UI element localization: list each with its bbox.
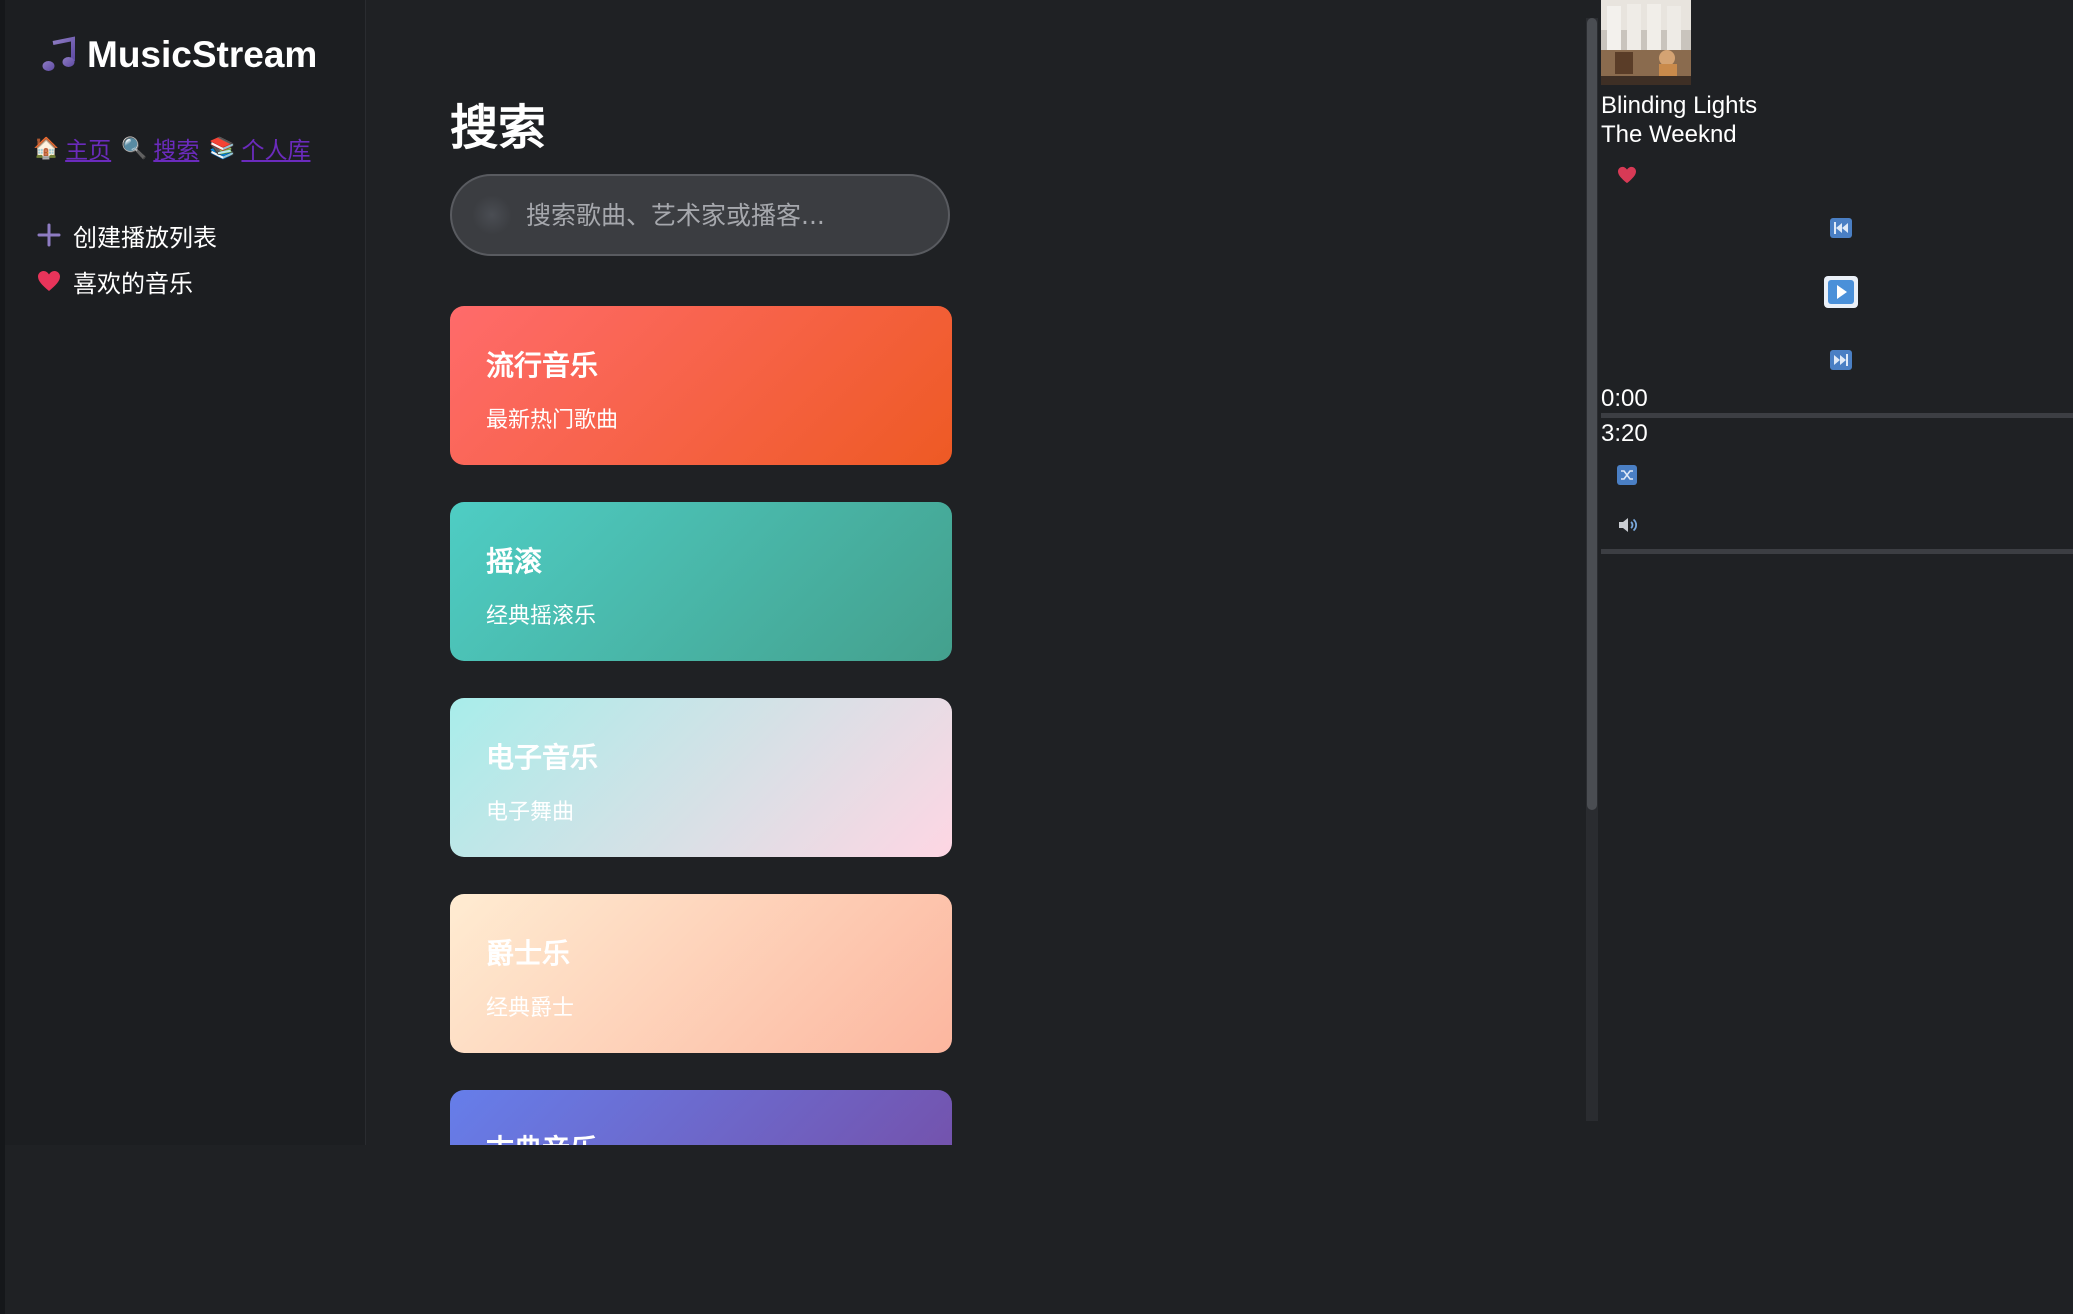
playlist-actions: 创建播放列表 喜欢的音乐: [35, 212, 217, 304]
liked-music-label: 喜欢的音乐: [73, 269, 193, 298]
app-window: MusicStream 🏠 主页 🔍 搜索 📚 个人库 创建播放列表 喜欢的音乐…: [0, 0, 2073, 1314]
scrollbar-thumb[interactable]: [1587, 18, 1597, 810]
nav-label: 主页: [65, 138, 112, 164]
heart-icon[interactable]: [1617, 166, 1637, 188]
track-title[interactable]: Blinding Lights: [1601, 92, 1757, 120]
search-bar: [450, 174, 950, 256]
category-subtitle: 经典摇滚乐: [486, 604, 597, 629]
next-icon[interactable]: [1830, 350, 1852, 374]
previous-icon[interactable]: [1830, 218, 1852, 242]
create-playlist-button[interactable]: 创建播放列表: [35, 212, 217, 258]
category-card-pop[interactable]: 流行音乐 最新热门歌曲: [450, 306, 952, 465]
album-cover: [1601, 0, 1691, 85]
nav-item-search[interactable]: 🔍 搜索: [121, 131, 199, 165]
nav-item-home[interactable]: 🏠 主页: [33, 131, 111, 165]
progress-slider[interactable]: [1601, 413, 2073, 418]
track-artist[interactable]: The Weeknd: [1601, 121, 1737, 149]
sidebar: MusicStream 🏠 主页 🔍 搜索 📚 个人库 创建播放列表 喜欢的音乐: [5, 0, 366, 1145]
category-list: 流行音乐 最新热门歌曲 摇滚 经典摇滚乐 电子音乐 电子舞曲 爵士乐 经典爵士 …: [450, 306, 952, 1145]
category-card-classical[interactable]: 古典音乐: [450, 1090, 952, 1145]
category-title: 电子音乐: [486, 741, 599, 774]
logo[interactable]: MusicStream: [39, 34, 317, 76]
category-card-jazz[interactable]: 爵士乐 经典爵士: [450, 894, 952, 1053]
search-icon: 🔍: [121, 135, 148, 160]
now-playing-panel: Blinding Lights The Weeknd 0:00 3:20: [1601, 0, 2073, 600]
app-name: MusicStream: [87, 34, 318, 75]
page-title: 搜索: [450, 100, 547, 156]
total-time: 3:20: [1601, 420, 1648, 447]
search-input[interactable]: [524, 199, 928, 231]
plus-icon: [35, 223, 63, 247]
category-title: 古典音乐: [486, 1128, 916, 1145]
house-icon: 🏠: [33, 135, 60, 160]
volume-slider[interactable]: [1601, 549, 2073, 554]
main-nav: 🏠 主页 🔍 搜索 📚 个人库: [33, 131, 320, 165]
category-title: 流行音乐: [486, 349, 599, 382]
search-icon: [472, 195, 512, 235]
shuffle-icon[interactable]: [1617, 465, 1637, 489]
volume-icon[interactable]: [1617, 515, 1639, 539]
play-icon[interactable]: [1824, 276, 1858, 312]
category-title: 爵士乐: [486, 937, 571, 970]
nav-label: 搜索: [153, 138, 200, 164]
category-subtitle: 最新热门歌曲: [486, 408, 619, 433]
liked-music-button[interactable]: 喜欢的音乐: [35, 258, 217, 304]
category-subtitle: 经典爵士: [486, 996, 575, 1021]
nav-label: 个人库: [241, 138, 311, 164]
library-icon: 📚: [209, 135, 236, 160]
nav-item-library[interactable]: 📚 个人库: [209, 131, 310, 165]
main-content: 搜索 流行音乐 最新热门歌曲 摇滚 经典摇滚乐 电子音乐 电子舞曲 爵士乐 经典…: [366, 0, 1586, 1145]
heart-icon: [35, 270, 63, 292]
category-subtitle: 电子舞曲: [486, 800, 575, 825]
category-title: 摇滚: [486, 545, 543, 578]
current-time: 0:00: [1601, 385, 1648, 412]
create-playlist-label: 创建播放列表: [73, 223, 217, 252]
category-card-electronic[interactable]: 电子音乐 电子舞曲: [450, 698, 952, 857]
category-card-rock[interactable]: 摇滚 经典摇滚乐: [450, 502, 952, 661]
music-note-icon: [39, 35, 79, 75]
